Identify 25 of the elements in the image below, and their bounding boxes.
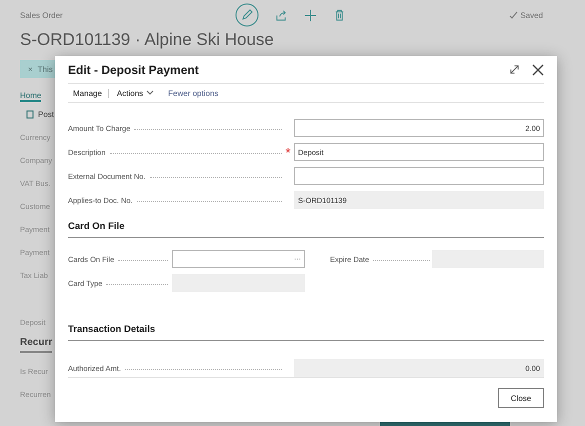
plus-icon[interactable]	[304, 8, 317, 22]
section-title: Recurr	[20, 337, 52, 353]
section-title: Transaction Details	[68, 320, 544, 341]
page-title: S-ORD101139 · Alpine Ski House	[19, 30, 275, 50]
document-icon	[26, 109, 35, 119]
edit-icon[interactable]	[235, 3, 259, 27]
post-action[interactable]: Post	[26, 109, 585, 119]
home-tab[interactable]: Home	[20, 91, 42, 102]
expand-icon[interactable]	[509, 64, 520, 75]
section-title: Card On File	[68, 217, 544, 238]
banner-text: This	[38, 64, 53, 74]
fewer-options-link[interactable]: Fewer options	[160, 88, 224, 98]
close-icon[interactable]	[532, 64, 544, 76]
trash-icon[interactable]	[333, 8, 346, 22]
saved-status: Saved	[509, 10, 543, 20]
dialog-title: Edit - Deposit Payment	[68, 62, 200, 76]
manage-tab[interactable]: Manage	[68, 88, 109, 98]
required-icon: *	[285, 148, 291, 156]
check-icon	[509, 10, 518, 20]
page-caption: Sales Order	[20, 10, 64, 20]
close-button[interactable]: Close	[498, 388, 544, 408]
share-icon[interactable]	[275, 8, 288, 22]
input-field[interactable]	[294, 167, 544, 185]
actions-menu[interactable]: Actions	[108, 88, 160, 98]
chevron-down-icon	[146, 90, 154, 96]
